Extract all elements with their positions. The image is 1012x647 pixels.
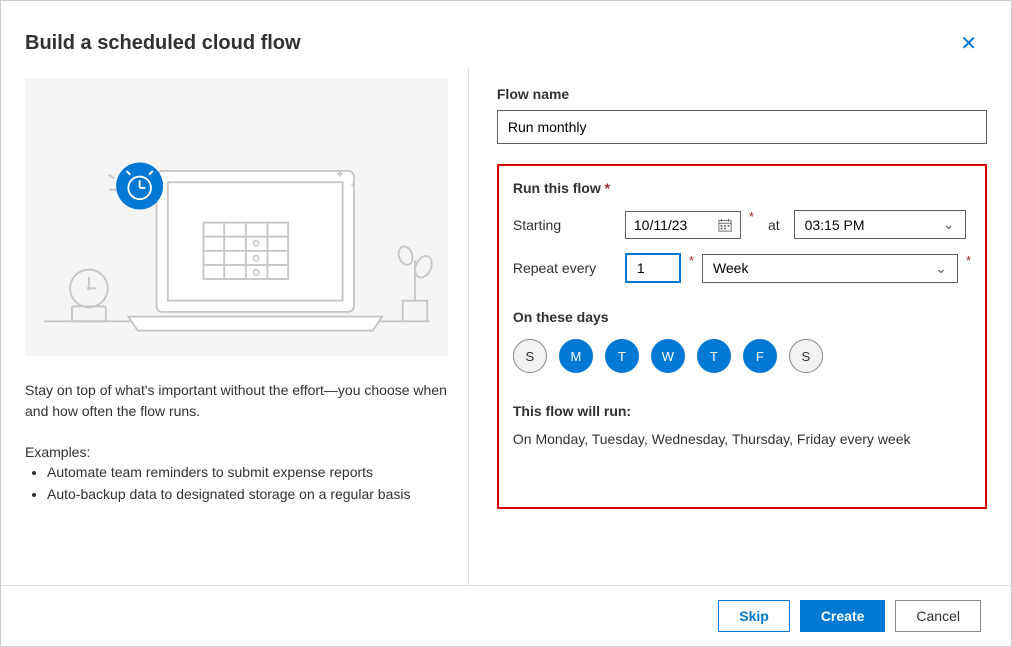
scheduled-flow-dialog: Build a scheduled cloud flow ✕: [1, 1, 1011, 646]
required-mark: *: [689, 253, 694, 268]
create-button[interactable]: Create: [800, 600, 886, 632]
start-date-value: 10/11/23: [634, 217, 687, 233]
start-time-select[interactable]: 03:15 PM ⌄: [794, 210, 966, 239]
chevron-down-icon: ⌄: [935, 260, 947, 277]
close-button[interactable]: ✕: [956, 27, 981, 60]
day-tuesday[interactable]: T: [605, 339, 639, 373]
examples-label: Examples:: [25, 444, 448, 460]
repeat-label: Repeat every: [513, 260, 617, 276]
on-days-label: On these days: [513, 309, 971, 325]
starting-row: Starting 10/11/23: [513, 210, 971, 239]
cancel-button[interactable]: Cancel: [895, 600, 981, 632]
chevron-down-icon: ⌄: [943, 216, 955, 233]
repeat-unit-value: Week: [713, 260, 749, 276]
repeat-row: Repeat every * Week ⌄ *: [513, 253, 971, 283]
repeat-interval-input[interactable]: [625, 253, 681, 283]
skip-button[interactable]: Skip: [718, 600, 790, 632]
schedule-settings-box: Run this flow * Starting 10/11/23: [497, 164, 987, 509]
start-time-value: 03:15 PM: [805, 217, 865, 233]
day-thursday[interactable]: T: [697, 339, 731, 373]
required-mark: *: [966, 253, 971, 268]
example-item: Automate team reminders to submit expens…: [47, 462, 448, 484]
svg-text:+: +: [350, 179, 356, 190]
flow-name-label: Flow name: [497, 86, 987, 102]
examples-list: Automate team reminders to submit expens…: [25, 462, 448, 505]
example-item: Auto-backup data to designated storage o…: [47, 484, 448, 506]
laptop-illustration: +: [25, 78, 448, 356]
flow-name-input[interactable]: [497, 110, 987, 144]
at-label: at: [768, 217, 780, 233]
dialog-title: Build a scheduled cloud flow: [25, 32, 301, 55]
illustration: +: [25, 78, 448, 356]
required-mark: *: [749, 209, 754, 224]
day-monday[interactable]: M: [559, 339, 593, 373]
dialog-footer: Skip Create Cancel: [1, 585, 1011, 646]
day-friday[interactable]: F: [743, 339, 777, 373]
start-date-input[interactable]: 10/11/23: [625, 211, 741, 239]
run-this-flow-label: Run this flow *: [513, 180, 971, 196]
close-icon: ✕: [960, 33, 977, 55]
right-panel: Flow name Run this flow * Starting 10/11…: [468, 68, 987, 585]
dialog-header: Build a scheduled cloud flow ✕: [1, 1, 1011, 68]
days-row: S M T W T F S: [513, 339, 971, 373]
description-text: Stay on top of what's important without …: [25, 380, 448, 422]
required-mark: *: [605, 180, 610, 196]
day-wednesday[interactable]: W: [651, 339, 685, 373]
day-sunday[interactable]: S: [513, 339, 547, 373]
calendar-icon: [718, 218, 732, 232]
starting-label: Starting: [513, 217, 617, 233]
day-saturday[interactable]: S: [789, 339, 823, 373]
days-section: On these days S M T W T F S: [513, 309, 971, 373]
run-summary-label: This flow will run:: [513, 403, 971, 419]
run-summary-text: On Monday, Tuesday, Wednesday, Thursday,…: [513, 431, 971, 447]
dialog-content: + Stay on top of what's important withou…: [1, 68, 1011, 585]
left-panel: + Stay on top of what's important withou…: [25, 68, 468, 585]
repeat-unit-select[interactable]: Week ⌄: [702, 254, 958, 283]
